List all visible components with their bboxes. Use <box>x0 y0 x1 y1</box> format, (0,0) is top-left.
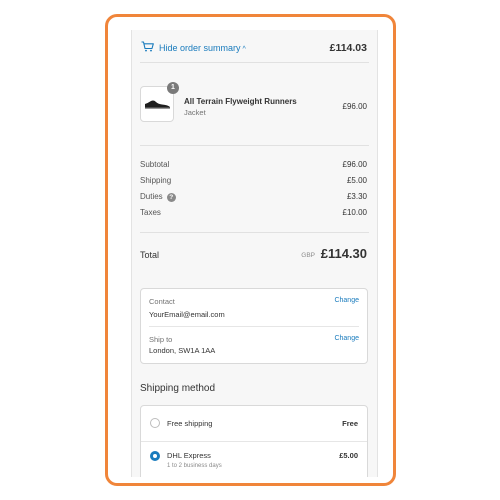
change-contact-link[interactable]: Change <box>334 297 359 304</box>
review-block: Contact Change YourEmail@email.com Ship … <box>140 288 368 364</box>
radio-dhl-express[interactable] <box>150 451 160 461</box>
divider <box>149 326 359 327</box>
change-ship-to-link[interactable]: Change <box>334 335 359 342</box>
help-icon[interactable]: ? <box>166 193 176 202</box>
shipping-method-heading: Shipping method <box>140 383 216 394</box>
cart-icon <box>141 41 154 52</box>
divider <box>140 145 369 146</box>
divider <box>140 62 369 63</box>
subtotal-row: Subtotal £96.00 <box>140 160 367 172</box>
taxes-label: Taxes <box>140 208 161 217</box>
duties-row: Duties? £3.30 <box>140 192 367 204</box>
phone-frame: Hide order summary ^ £114.03 1 All Terrai… <box>105 14 396 486</box>
toggle-label: Hide order summary <box>159 43 241 53</box>
divider <box>141 441 367 442</box>
taxes-row: Taxes £10.00 <box>140 208 367 220</box>
product-variant: Jacket <box>184 108 206 117</box>
total-label: Total <box>140 250 160 260</box>
shipping-method-options: Free shipping Free DHL Express 1 to 2 bu… <box>140 405 368 477</box>
total-currency: GBP <box>301 252 315 259</box>
duties-label-group: Duties? <box>140 192 176 202</box>
shipping-value: £5.00 <box>346 176 367 185</box>
option-sublabel: 1 to 2 business days <box>167 463 222 469</box>
total-value: £114.30 <box>320 246 367 261</box>
option-price: £5.00 <box>339 451 358 460</box>
order-summary-panel: Hide order summary ^ £114.03 1 All Terrai… <box>131 30 378 477</box>
shipping-row: Shipping £5.00 <box>140 176 367 188</box>
ship-to-value: London, SW1A 1AA <box>149 346 216 355</box>
product-price: £96.00 <box>342 102 367 111</box>
contact-value: YourEmail@email.com <box>149 310 225 319</box>
ship-to-label: Ship to <box>149 335 173 344</box>
duties-label: Duties <box>140 192 163 201</box>
contact-label: Contact <box>149 297 175 306</box>
option-label: Free shipping <box>167 419 213 428</box>
subtotal-label: Subtotal <box>140 160 170 169</box>
taxes-value: £10.00 <box>342 208 367 217</box>
order-summary-toggle[interactable]: Hide order summary ^ £114.03 <box>132 30 377 62</box>
summary-total: £114.03 <box>329 42 367 54</box>
radio-free-shipping[interactable] <box>150 418 160 428</box>
option-price: Free <box>342 419 358 428</box>
chevron-up-icon: ^ <box>242 46 246 53</box>
hide-order-summary-link[interactable]: Hide order summary ^ <box>159 43 246 53</box>
shipping-label: Shipping <box>140 176 172 185</box>
option-label: DHL Express <box>167 451 211 460</box>
divider <box>140 232 369 233</box>
subtotal-value: £96.00 <box>342 160 367 169</box>
duties-value: £3.30 <box>346 192 367 201</box>
quantity-badge: 1 <box>167 82 179 94</box>
shoe-image <box>145 100 170 109</box>
product-name: All Terrain Flyweight Runners <box>184 97 297 106</box>
